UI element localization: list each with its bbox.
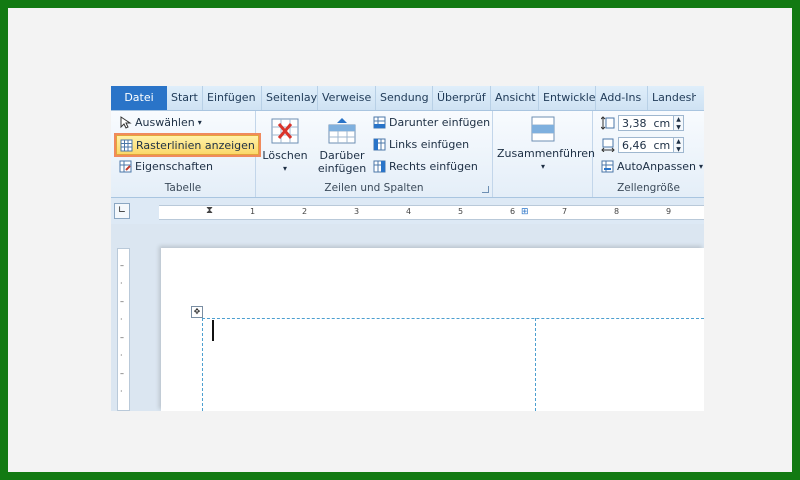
ruler-tick: 4 <box>406 207 412 216</box>
group-zeilen-spalten: Löschen ▾ Darüber einfügen Darunter einf… <box>256 111 493 197</box>
table-grid-icon <box>120 139 133 152</box>
insert-left-button[interactable]: Links einfügen <box>373 138 469 151</box>
insert-above-label-line1: Darüber <box>319 149 365 162</box>
tab-sendungen[interactable]: Sendung <box>376 86 433 110</box>
insert-row-below-icon <box>373 116 386 129</box>
merge-label: Zusammenführen <box>497 147 595 160</box>
show-gridlines-button[interactable]: Rasterlinien anzeigen <box>116 135 259 155</box>
tab-selector-button[interactable]: ∟ <box>114 203 130 219</box>
table-gridline-top <box>202 318 704 319</box>
insert-above-button[interactable]: Darüber einfügen <box>316 117 368 175</box>
merge-button[interactable]: Zusammenführen ▾ <box>497 115 595 173</box>
tab-verweise[interactable]: Verweise <box>318 86 376 110</box>
group-label-zeilen-spalten: Zeilen und Spalten <box>324 182 424 194</box>
text-cursor <box>212 320 214 341</box>
row-height-icon <box>600 116 615 130</box>
ruler-tick: – <box>120 333 124 342</box>
row-height-control: 3,38 cm ▲ ▼ <box>600 115 684 131</box>
dropdown-arrow-icon: ▾ <box>282 164 287 173</box>
ruler-tick: 9 <box>666 207 672 216</box>
select-button[interactable]: Auswählen ▾ <box>119 116 202 129</box>
document-area: – · – · – · – · ✥ <box>111 224 704 411</box>
ruler-tick: 5 <box>458 207 464 216</box>
ruler-tick: · <box>120 387 123 396</box>
tab-entwicklertools[interactable]: Entwickle <box>539 86 596 110</box>
tab-add-ins[interactable]: Add-Ins <box>596 86 648 110</box>
indent-marker-icon[interactable]: ⧗ <box>206 205 213 216</box>
delete-label: Löschen <box>262 149 308 162</box>
delete-button[interactable]: Löschen ▾ <box>262 117 308 175</box>
ruler-tick: 7 <box>562 207 568 216</box>
ribbon-tabs: Datei Start Einfügen Seitenlay Verweise … <box>111 86 704 111</box>
group-tabelle: Auswählen ▾ Rasterlinien anzeigen Eigens… <box>111 111 259 197</box>
group-label-tabelle: Tabelle <box>164 182 202 194</box>
tab-landeshauptstadt[interactable]: Landesha <box>648 86 696 110</box>
table-gridline-left <box>202 318 203 411</box>
group-label-zellengroesse: Zellengröße <box>617 182 680 194</box>
image-frame: Datei Start Einfügen Seitenlay Verweise … <box>8 8 792 472</box>
table-properties-icon <box>119 160 132 173</box>
cursor-arrow-icon <box>119 116 132 129</box>
dropdown-arrow-icon: ▾ <box>197 118 202 127</box>
ruler-tick: 6 <box>510 207 516 216</box>
ruler-tick: 1 <box>250 207 256 216</box>
tab-seitenlayout[interactable]: Seitenlay <box>262 86 318 110</box>
delete-table-icon <box>270 117 300 145</box>
autofit-label: AutoAnpassen <box>617 160 696 173</box>
word-window: Datei Start Einfügen Seitenlay Verweise … <box>111 86 704 411</box>
autofit-button[interactable]: AutoAnpassen ▾ <box>601 160 703 173</box>
column-width-spinner[interactable]: ▲ ▼ <box>674 137 684 153</box>
row-height-input[interactable]: 3,38 cm <box>618 115 674 131</box>
autofit-icon <box>601 160 614 173</box>
insert-left-label: Links einfügen <box>389 138 470 151</box>
ruler-tick: 3 <box>354 207 360 216</box>
tab-start[interactable]: Start <box>167 86 203 110</box>
insert-row-above-icon <box>327 117 357 145</box>
tab-datei[interactable]: Datei <box>111 86 167 110</box>
ruler-tick: – <box>120 261 124 270</box>
ruler-tick: 2 <box>302 207 308 216</box>
table-gridline-middle <box>535 318 536 411</box>
table-move-handle-icon[interactable]: ✥ <box>191 306 203 318</box>
insert-right-button[interactable]: Rechts einfügen <box>373 160 478 173</box>
document-page[interactable]: ✥ <box>161 248 704 411</box>
ruler-tick: · <box>120 351 123 360</box>
dialog-launcher-icon[interactable] <box>482 186 489 193</box>
group-zusammenfuehren: Zusammenführen ▾ <box>493 111 595 197</box>
properties-button[interactable]: Eigenschaften <box>119 160 213 173</box>
ruler-tick: · <box>120 279 123 288</box>
insert-above-label-line2: einfügen <box>317 162 367 175</box>
ribbon: Auswählen ▾ Rasterlinien anzeigen Eigens… <box>111 111 704 198</box>
ruler-tick: 8 <box>614 207 620 216</box>
tab-ansicht[interactable]: Ansicht <box>491 86 539 110</box>
ruler-tick: – <box>120 369 124 378</box>
dropdown-arrow-icon: ▾ <box>698 162 703 171</box>
tab-ueberpruefen[interactable]: Überprüf <box>433 86 491 110</box>
insert-column-left-icon <box>373 138 386 151</box>
select-label: Auswählen <box>135 116 195 129</box>
dropdown-arrow-icon: ▾ <box>540 162 545 171</box>
insert-right-label: Rechts einfügen <box>389 160 478 173</box>
ruler-bar: ∟ ⧗ 1 2 3 4 5 6 ⊞ 7 8 9 <box>111 198 704 224</box>
horizontal-ruler[interactable]: ⧗ 1 2 3 4 5 6 ⊞ 7 8 9 <box>159 205 704 220</box>
row-height-spinner[interactable]: ▲ ▼ <box>674 115 684 131</box>
column-width-control: 6,46 cm ▲ ▼ <box>601 137 684 153</box>
column-width-input[interactable]: 6,46 cm <box>618 137 674 153</box>
insert-below-label: Darunter einfügen <box>389 116 491 129</box>
insert-column-right-icon <box>373 160 386 173</box>
properties-label: Eigenschaften <box>135 160 213 173</box>
column-width-icon <box>601 138 615 153</box>
show-gridlines-label: Rasterlinien anzeigen <box>136 138 255 152</box>
column-marker-icon[interactable]: ⊞ <box>521 207 529 217</box>
ruler-tick: – <box>120 297 124 306</box>
ruler-tick: · <box>120 315 123 324</box>
insert-below-button[interactable]: Darunter einfügen <box>373 116 490 129</box>
vertical-ruler[interactable]: – · – · – · – · <box>117 248 130 411</box>
group-zellengroesse: 3,38 cm ▲ ▼ 6,46 cm ▲ ▼ AutoAnpassen ▾ Z… <box>593 111 704 197</box>
tab-einfuegen[interactable]: Einfügen <box>203 86 262 110</box>
merge-cells-icon <box>528 115 558 143</box>
